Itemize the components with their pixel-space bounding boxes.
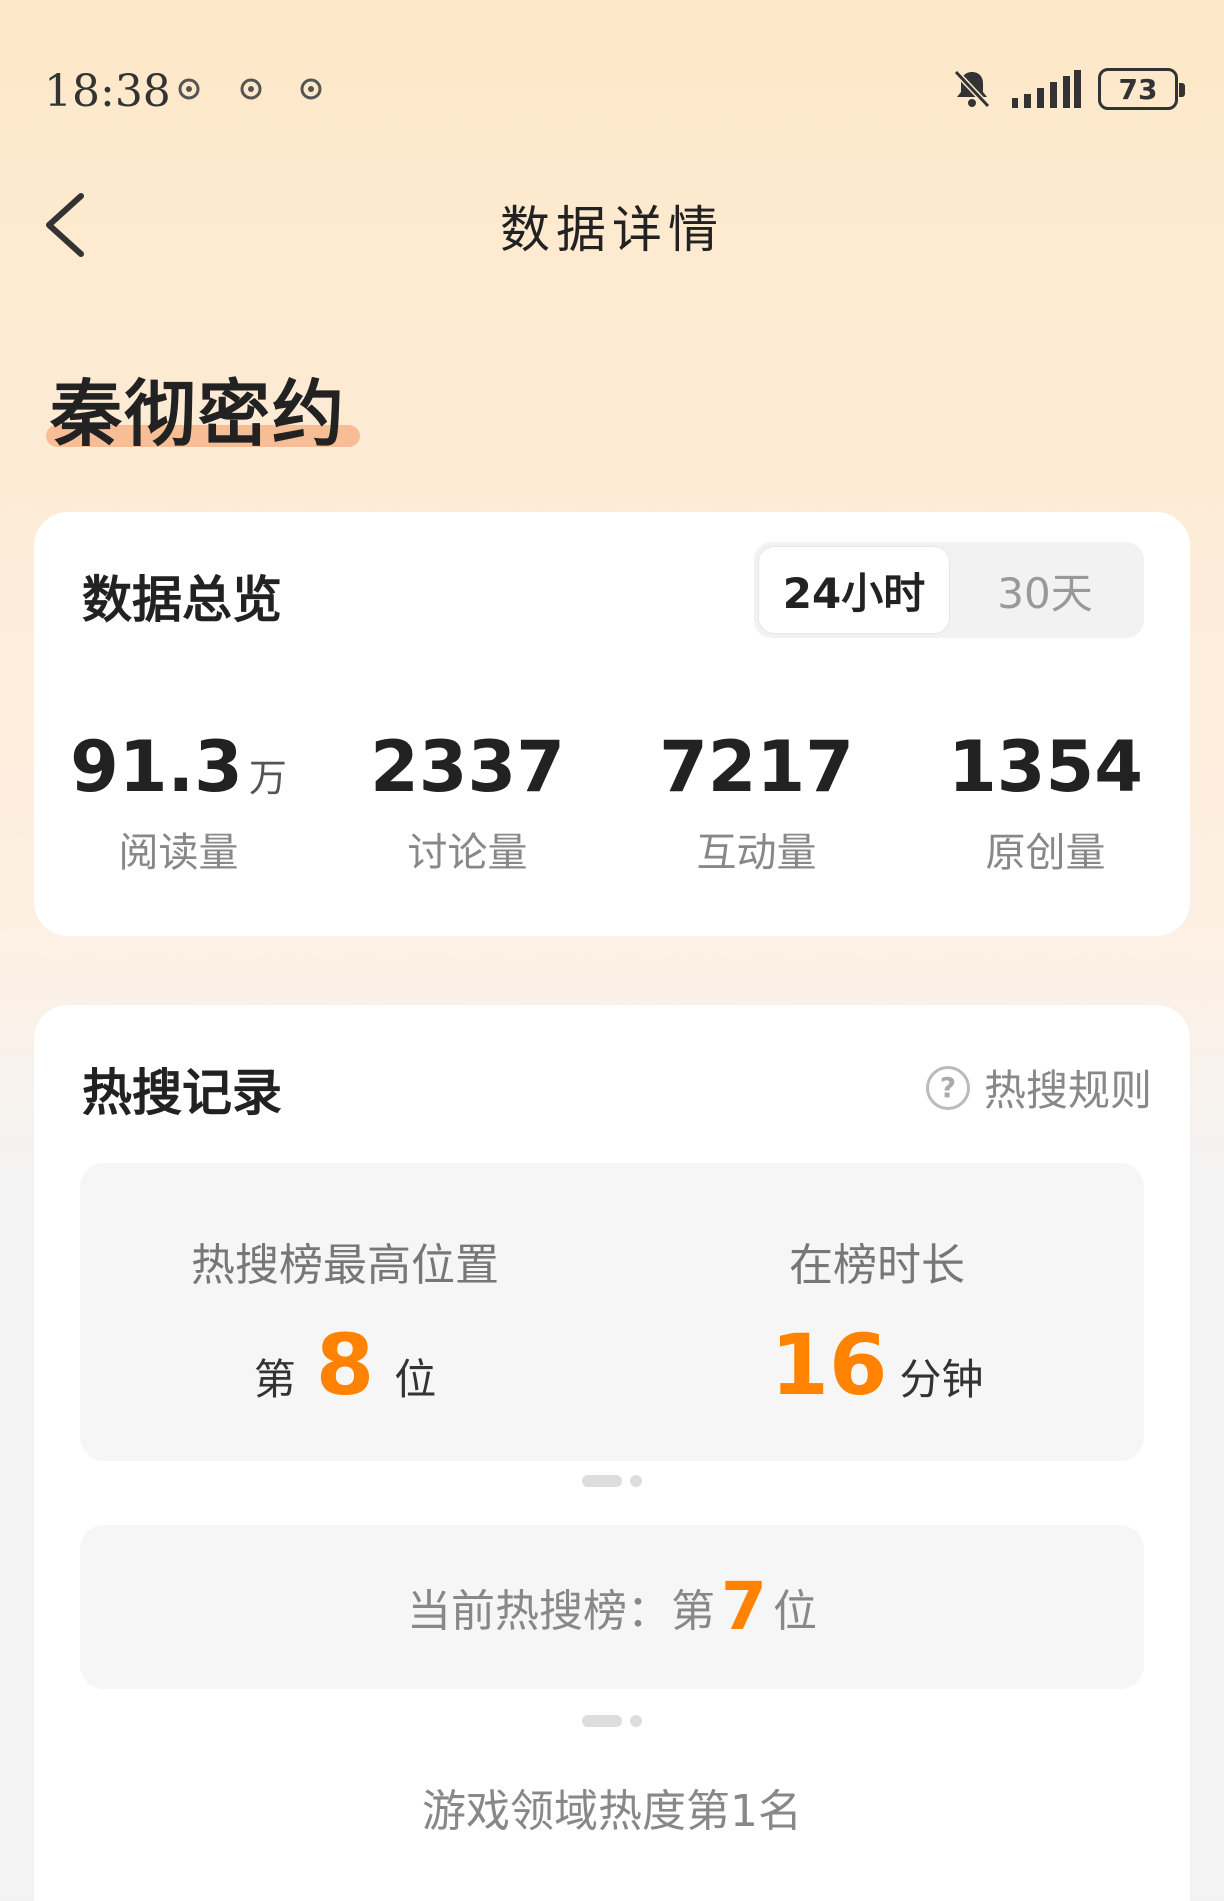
- status-bar: 18:38 73: [0, 0, 1224, 185]
- current-rank-panel: 当前热搜榜：第 7 位: [80, 1525, 1144, 1689]
- notification-icon: [240, 78, 262, 100]
- stat-value: 91.3 万: [34, 732, 323, 802]
- stat-unit: 万: [248, 756, 287, 800]
- hot-search-card: 热搜记录 ? 热搜规则 热搜榜最高位置 第 8 位 在榜时长 16 分钟 当前热…: [34, 1005, 1190, 1901]
- status-time: 18:38: [44, 66, 171, 117]
- pager-dot-active: [582, 1715, 622, 1727]
- help-icon: ?: [925, 1065, 970, 1110]
- current-value: 7: [721, 1568, 767, 1645]
- hot-search-heading: 热搜记录: [82, 1064, 282, 1122]
- duration-value: 16: [770, 1316, 888, 1414]
- stat-read: 91.3 万 阅读量: [34, 732, 323, 878]
- stat-label: 阅读量: [118, 830, 239, 876]
- rules-label: 热搜规则: [983, 1066, 1152, 1115]
- peak-suffix: 位: [394, 1355, 437, 1404]
- domain-rank: 游戏领域热度第1名: [422, 1786, 802, 1837]
- duration-unit: 分钟: [899, 1355, 984, 1404]
- signal-icon: [1012, 70, 1081, 108]
- peak-value: 8: [315, 1316, 375, 1414]
- stats-row: 91.3 万 阅读量 2337 讨论量 7217 互动量 1354 原创量: [34, 732, 1190, 878]
- nav-bar: 数据详情: [0, 170, 1224, 280]
- stat-value: 2337: [370, 726, 565, 808]
- notification-icon: [300, 78, 322, 100]
- peak-label: 热搜榜最高位置: [191, 1240, 499, 1291]
- overview-heading: 数据总览: [82, 571, 282, 629]
- peak-value-row: 第 8 位: [80, 1323, 610, 1407]
- stat-label: 互动量: [696, 830, 817, 876]
- tab-30d[interactable]: 30天: [950, 546, 1140, 634]
- topic-title: 秦彻密约: [50, 372, 347, 456]
- on-list-duration: 在榜时长 16 分钟: [610, 1163, 1144, 1461]
- stat-interaction: 7217 互动量: [612, 732, 901, 878]
- notification-icon: [178, 78, 200, 100]
- current-prefix: 当前热搜榜：第: [407, 1586, 716, 1637]
- pager-dots: [34, 1475, 1190, 1487]
- pager-dot: [630, 1475, 642, 1487]
- time-range-toggle: 24小时 30天: [754, 542, 1144, 638]
- overview-card: 数据总览 24小时 30天 91.3 万 阅读量 2337 讨论量 7217 互动…: [34, 512, 1190, 936]
- duration-label: 在榜时长: [789, 1240, 965, 1291]
- stat-value: 7217: [659, 726, 854, 808]
- pager-dot-active: [582, 1475, 622, 1487]
- status-right: 73: [952, 68, 1185, 110]
- pager-dots: [34, 1715, 1190, 1727]
- peak-panel: 热搜榜最高位置 第 8 位 在榜时长 16 分钟: [80, 1163, 1144, 1461]
- peak-prefix: 第: [253, 1355, 296, 1404]
- page-title: 数据详情: [500, 201, 724, 259]
- pager-dot: [630, 1715, 642, 1727]
- stat-value: 1354: [948, 726, 1143, 808]
- stat-label: 原创量: [985, 830, 1106, 876]
- duration-value-row: 16 分钟: [610, 1323, 1144, 1407]
- peak-position: 热搜榜最高位置 第 8 位: [80, 1163, 610, 1461]
- topic-header: 秦彻密约: [46, 355, 360, 460]
- hot-search-rules-link[interactable]: ? 热搜规则: [925, 1057, 1152, 1118]
- stat-label: 讨论量: [407, 830, 528, 876]
- battery-indicator: 73: [1098, 68, 1185, 110]
- current-suffix: 位: [772, 1586, 817, 1637]
- stat-number: 91.3: [70, 726, 243, 808]
- tab-24h[interactable]: 24小时: [758, 546, 950, 634]
- stat-discussion: 2337 讨论量: [323, 732, 612, 878]
- stat-original: 1354 原创量: [901, 732, 1190, 878]
- bell-muted-icon: [953, 69, 991, 109]
